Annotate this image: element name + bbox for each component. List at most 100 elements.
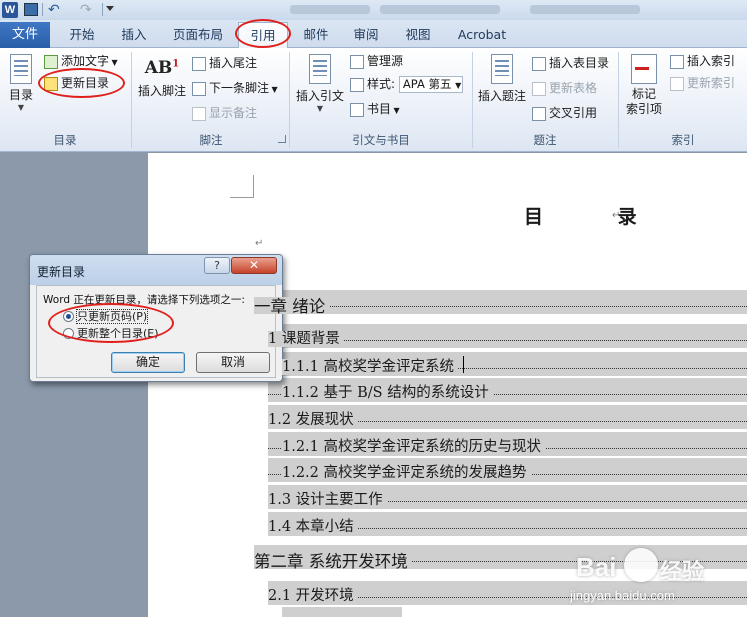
tab-review[interactable]: 审阅 — [346, 22, 386, 48]
toc-entry-partial — [282, 607, 402, 617]
tab-acrobat[interactable]: Acrobat — [452, 22, 512, 48]
insert-footnote-button[interactable]: AB1 插入脚注 — [136, 58, 188, 99]
toc-entry[interactable]: 1 课题背景 — [268, 324, 747, 348]
toc-entry[interactable]: 1.2 发展现状 — [268, 405, 747, 429]
chevron-down-icon: ▼ — [269, 85, 278, 94]
update-table-icon — [532, 81, 546, 96]
update-index-icon — [670, 76, 684, 91]
watermark-cn: 经验 — [660, 560, 705, 585]
update-index-button[interactable]: 更新索引 — [670, 74, 735, 92]
baidu-jingyan-watermark: Bai 经验 jingyan.baidu.com — [560, 548, 746, 612]
text-cursor — [463, 356, 464, 373]
style-dropdown-value: APA 第五 — [402, 77, 452, 91]
help-button[interactable]: ? — [204, 257, 230, 274]
show-notes-icon — [192, 106, 206, 121]
style-selector[interactable]: 样式: APA 第五 ▼ — [350, 75, 463, 93]
toc-entry[interactable]: 1.3 设计主要工作 — [268, 485, 747, 509]
separator — [102, 3, 103, 16]
toc-entry[interactable]: 1.2.1 高校奖学金评定系统的历史与现状 — [268, 432, 747, 456]
style-dropdown[interactable]: APA 第五 ▼ — [398, 76, 463, 93]
cancel-button[interactable]: 取消 — [196, 352, 270, 373]
tab-view[interactable]: 视图 — [398, 22, 438, 48]
show-notes-button[interactable]: 显示备注 — [192, 104, 257, 122]
chevron-down-icon: ▼ — [455, 81, 462, 90]
toc-entry[interactable]: 1.2.2 高校奖学金评定系统的发展趋势 — [268, 458, 747, 482]
toc-heading: 目 录 — [524, 206, 671, 228]
update-table-label: 更新表格 — [549, 81, 598, 95]
dialog-message: Word 正在更新目录，请选择下列选项之一: — [43, 294, 245, 306]
toc-button[interactable]: 目录 ▼ — [4, 54, 38, 112]
toc-button-label: 目录 — [8, 88, 33, 102]
citation-group-label: 引文与书目 — [352, 133, 410, 147]
chevron-down-icon: ▼ — [109, 58, 118, 67]
bibliography-button[interactable]: 书目 ▼ — [350, 100, 400, 118]
customize-icon[interactable] — [106, 6, 114, 14]
dialog-title: 更新目录 — [37, 265, 86, 279]
toc-entry[interactable]: 1.4 本章小结 — [268, 512, 747, 536]
title-blur — [380, 5, 500, 14]
dialog-launcher-icon[interactable] — [278, 135, 286, 143]
insert-caption-label: 插入题注 — [477, 89, 526, 103]
insert-citation-label: 插入引文 — [295, 89, 344, 103]
insert-table-of-figures-button[interactable]: 插入表目录 — [532, 54, 609, 72]
tab-mailings[interactable]: 邮件 — [296, 22, 336, 48]
undo-icon[interactable]: ↶ — [48, 2, 64, 18]
insert-endnote-icon — [192, 56, 206, 71]
table-of-figures-icon — [532, 56, 546, 71]
separator — [42, 3, 43, 16]
cross-reference-button[interactable]: 交叉引用 — [532, 104, 597, 122]
dialog-title-bar[interactable]: 更新目录 ? ✕ — [30, 255, 282, 285]
insert-table-of-figures-label: 插入表目录 — [549, 56, 610, 70]
annotation-circle-options — [48, 303, 174, 343]
toc-entry[interactable]: 一章 绪论 — [254, 290, 747, 314]
manage-sources-button[interactable]: 管理源 — [350, 52, 403, 70]
insert-caption-icon — [491, 54, 513, 84]
manage-sources-label: 管理源 — [367, 54, 404, 68]
tab-home[interactable]: 开始 — [60, 22, 104, 48]
insert-citation-icon — [309, 54, 331, 84]
footnote-ab-icon: AB1 — [144, 58, 180, 78]
toc-entry[interactable]: 1.1.2 基于 B/S 结构的系统设计 — [268, 378, 747, 402]
annotation-circle-references-tab — [235, 19, 291, 48]
close-button[interactable]: ✕ — [231, 257, 277, 274]
tab-file[interactable]: 文件 — [0, 22, 50, 48]
toc-entry[interactable]: 1.1.1 高校奖学金评定系统 — [268, 352, 747, 376]
save-icon[interactable] — [24, 3, 38, 16]
next-footnote-icon — [192, 81, 206, 96]
watermark-url: jingyan.baidu.com — [570, 588, 675, 603]
ok-button[interactable]: 确定 — [111, 352, 185, 373]
toc-group-label: 目录 — [53, 133, 77, 147]
insert-endnote-button[interactable]: 插入尾注 — [192, 54, 257, 72]
manage-sources-icon — [350, 54, 364, 69]
watermark-logo: Bai — [576, 552, 617, 582]
cross-reference-icon — [532, 106, 546, 121]
insert-footnote-label: 插入脚注 — [137, 84, 186, 98]
tab-insert[interactable]: 插入 — [112, 22, 156, 48]
insert-caption-button[interactable]: 插入题注 — [476, 54, 528, 104]
show-notes-label: 显示备注 — [209, 106, 258, 120]
chevron-down-icon: ▼ — [391, 106, 400, 115]
redo-icon[interactable]: ↷ — [80, 2, 96, 18]
insert-citation-button[interactable]: 插入引文 ▼ — [294, 54, 346, 113]
tab-page-layout[interactable]: 页面布局 — [166, 22, 230, 48]
insert-index-icon — [670, 54, 684, 69]
add-text-label: 添加文字 — [61, 54, 110, 68]
mark-entry-label: 标记 索引项 — [625, 87, 662, 116]
bibliography-label: 书目 — [367, 102, 392, 116]
next-footnote-label: 下一条脚注 — [209, 81, 270, 95]
chevron-down-icon: ▼ — [316, 104, 324, 113]
index-group-label: 索引 — [671, 133, 695, 147]
mark-entry-button[interactable]: 标记 索引项 — [622, 54, 666, 117]
update-table-button[interactable]: 更新表格 — [532, 79, 597, 97]
word-logo-icon[interactable]: W — [2, 2, 18, 18]
paragraph-mark: ↵ — [612, 210, 621, 221]
insert-index-button[interactable]: 插入索引 — [670, 52, 735, 70]
annotation-circle-update-toc — [38, 68, 125, 98]
style-label: 样式: — [367, 77, 396, 91]
footnote-group-label: 脚注 — [199, 133, 223, 147]
next-footnote-button[interactable]: 下一条脚注 ▼ — [192, 79, 278, 97]
paragraph-mark: ↵ — [255, 238, 264, 249]
title-bar: W ↶ ↷ — [0, 0, 747, 20]
insert-index-label: 插入索引 — [687, 54, 736, 68]
table-of-contents-icon — [10, 54, 32, 84]
